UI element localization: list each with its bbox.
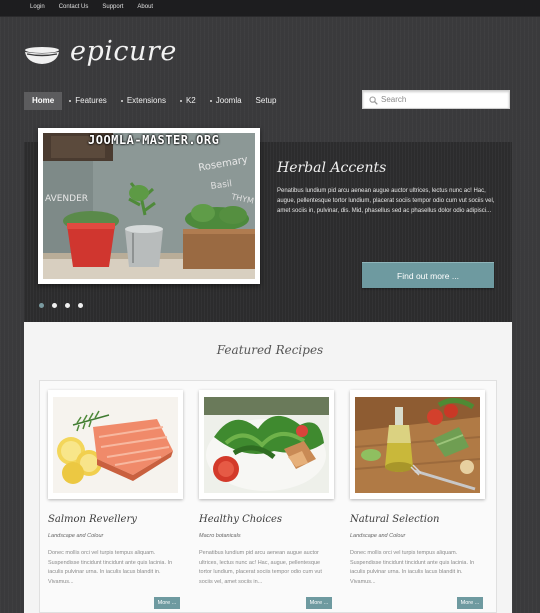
svg-text:AVENDER: AVENDER <box>45 194 88 204</box>
salad-photo[interactable] <box>204 397 329 493</box>
recipe-title[interactable]: Healthy Choices <box>199 514 282 525</box>
nav-item-extensions[interactable]: Extensions <box>114 92 173 110</box>
nav-item-label: Extensions <box>126 96 166 105</box>
nav-item-joomla[interactable]: Joomla <box>203 92 249 110</box>
bowl-icon <box>25 47 59 64</box>
slider-pagination <box>39 303 83 308</box>
featured-recipes-heading: Featured Recipes <box>216 343 324 357</box>
nav-item-label: Setup <box>255 96 277 105</box>
top-link-login[interactable]: Login <box>30 4 45 10</box>
nav-item-features[interactable]: Features <box>62 92 114 110</box>
slide-title: Herbal Accents <box>277 160 387 176</box>
recipe-title[interactable]: Salmon Revellery <box>48 514 137 525</box>
top-link-about[interactable]: About <box>137 4 153 10</box>
slider-dot[interactable] <box>39 303 44 308</box>
main-nav: Home Features Extensions K2 Joomla Setup <box>24 92 283 110</box>
nav-item-label: Features <box>75 96 107 105</box>
recipe-description: Penatibus lundium pid arcu aenean augue … <box>199 550 322 585</box>
more-button[interactable]: More ... <box>457 597 483 609</box>
more-button[interactable]: More ... <box>154 597 180 609</box>
slider-dot[interactable] <box>78 303 83 308</box>
site-logo[interactable]: epicure <box>70 36 177 67</box>
recipe-subtitle: Landscape and Colour <box>350 533 406 539</box>
search-input[interactable] <box>381 93 501 106</box>
recipe-image-frame <box>350 390 485 499</box>
top-link-contact-us[interactable]: Contact Us <box>59 4 89 10</box>
nav-item-label: Home <box>32 96 55 105</box>
recipe-description: Donec mollis orci vel turpis tempus aliq… <box>48 550 173 585</box>
recipe-image-frame <box>48 390 183 499</box>
top-bar: Login Contact Us Support About <box>0 0 540 17</box>
recipe-subtitle: Landscape and Colour <box>48 533 104 539</box>
watermark: JOOMLA-MASTER.ORG <box>88 133 220 147</box>
search-icon <box>369 96 378 105</box>
nav-item-label: Joomla <box>215 96 242 105</box>
recipe-description: Donec mollis orci vel turpis tempus aliq… <box>350 550 475 585</box>
find-out-more-button[interactable]: Find out more ... <box>362 262 494 288</box>
nav-item-home[interactable]: Home <box>24 92 63 110</box>
recipe-image-frame <box>199 390 334 499</box>
nav-item-k2[interactable]: K2 <box>173 92 203 110</box>
olive-oil-photo[interactable] <box>355 397 480 493</box>
salmon-photo[interactable] <box>53 397 178 493</box>
herbs-photo: Rosemary Basil AVENDER THYM <box>43 133 255 279</box>
slider-dot[interactable] <box>52 303 57 308</box>
slide-image: Rosemary Basil AVENDER THYM <box>38 128 260 284</box>
recipe-title[interactable]: Natural Selection <box>350 514 439 525</box>
slider-dot[interactable] <box>65 303 70 308</box>
search-box <box>362 90 510 109</box>
recipe-subtitle: Macro botanicals <box>199 533 241 539</box>
slide-text: Penatibus lundium pid arcu aenean augue … <box>277 188 495 215</box>
nav-item-setup[interactable]: Setup <box>249 92 284 110</box>
top-link-support[interactable]: Support <box>102 4 123 10</box>
more-button[interactable]: More ... <box>306 597 332 609</box>
nav-item-label: K2 <box>185 96 196 105</box>
